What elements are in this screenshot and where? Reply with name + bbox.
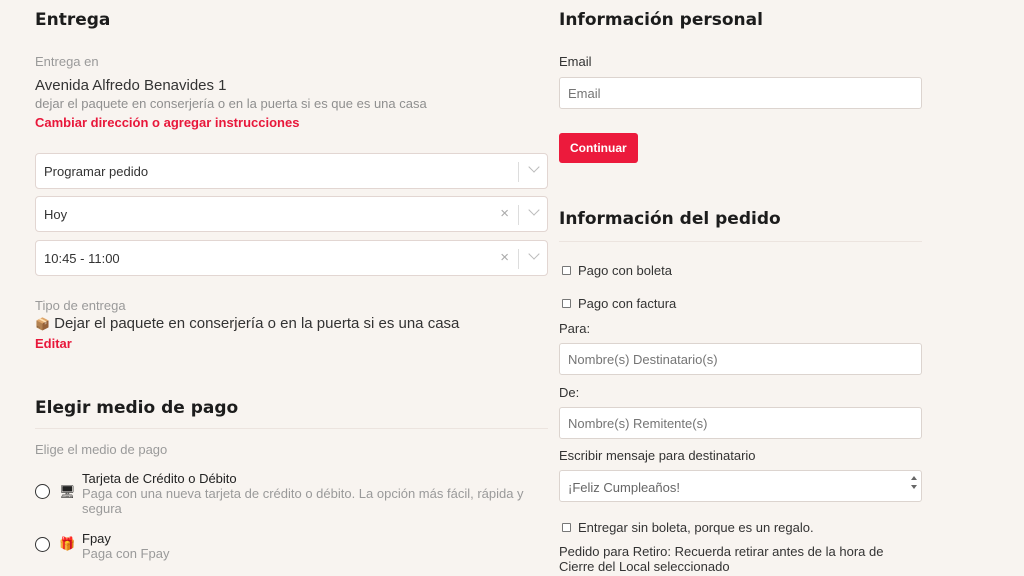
wallet-icon: 🎁 — [59, 536, 76, 551]
boleta-label: Pago con boleta — [578, 263, 672, 278]
message-textarea[interactable]: ¡Feliz Cumpleaños! — [559, 470, 922, 502]
payment-option-title: Fpay — [82, 531, 111, 546]
textarea-spinner[interactable] — [909, 475, 918, 497]
payment-radio-card[interactable] — [35, 484, 50, 499]
clear-icon[interactable]: × — [500, 250, 509, 266]
edit-delivery-type-link[interactable]: Editar — [35, 336, 72, 351]
pickup-note: Pedido para Retiro: Recuerda retirar ant… — [559, 544, 884, 574]
chevron-down-icon[interactable] — [528, 204, 540, 216]
arrow-up-icon[interactable] — [910, 476, 917, 480]
message-label: Escribir mensaje para destinatario — [559, 448, 756, 463]
delivery-type-value: Dejar el paquete en conserjería o en la … — [54, 315, 460, 332]
payment-divider — [35, 428, 548, 429]
package-icon: 📦 — [35, 317, 50, 331]
gift-checkbox[interactable] — [562, 523, 571, 532]
time-select-value: 10:45 - 11:00 — [44, 251, 120, 266]
delivery-type-label: Tipo de entrega — [35, 298, 126, 313]
clear-icon[interactable]: × — [500, 206, 509, 222]
email-label: Email — [559, 54, 592, 69]
payment-title: Elegir medio de pago — [35, 398, 239, 418]
time-select[interactable]: 10:45 - 11:00 × — [35, 240, 548, 276]
chevron-down-icon[interactable] — [528, 248, 540, 260]
schedule-select-value: Programar pedido — [44, 164, 149, 179]
payment-radio-fpay[interactable] — [35, 537, 50, 552]
day-select[interactable]: Hoy × — [35, 196, 548, 232]
personal-info-title: Información personal — [559, 10, 763, 30]
payment-option-desc: Paga con Fpay — [82, 546, 170, 561]
factura-checkbox[interactable] — [562, 299, 571, 308]
delivery-address: Avenida Alfredo Benavides 1 — [35, 77, 227, 94]
sender-input[interactable] — [559, 407, 922, 439]
payment-option-title: Tarjeta de Crédito o Débito — [82, 471, 237, 486]
boleta-checkbox[interactable] — [562, 266, 571, 275]
select-separator — [518, 249, 519, 269]
delivery-to-label: Entrega en — [35, 54, 99, 69]
chevron-down-icon[interactable] — [528, 161, 540, 173]
payment-option-desc: Paga con una nueva tarjeta de crédito o … — [82, 486, 524, 516]
delivery-type: 📦 Dejar el paquete en conserjería o en l… — [35, 315, 459, 332]
message-value: ¡Feliz Cumpleaños! — [568, 480, 680, 495]
delivery-address-note: dejar el paquete en conserjería o en la … — [35, 96, 427, 111]
order-divider — [559, 241, 922, 242]
select-separator — [518, 205, 519, 225]
factura-label: Pago con factura — [578, 296, 677, 311]
schedule-select[interactable]: Programar pedido — [35, 153, 548, 189]
select-separator — [518, 162, 519, 182]
de-label: De: — [559, 385, 580, 400]
card-icon: 🖥 — [59, 484, 76, 499]
recipient-input[interactable] — [559, 343, 922, 375]
change-address-link[interactable]: Cambiar dirección o agregar instruccione… — [35, 115, 299, 130]
email-input[interactable] — [559, 77, 922, 109]
delivery-title: Entrega — [35, 10, 111, 30]
payment-subtitle: Elige el medio de pago — [35, 442, 168, 457]
para-label: Para: — [559, 321, 591, 336]
gift-label: Entregar sin boleta, porque es un regalo… — [578, 520, 814, 535]
continue-button[interactable]: Continuar — [559, 133, 638, 163]
day-select-value: Hoy — [44, 207, 68, 222]
order-info-title: Información del pedido — [559, 209, 781, 229]
arrow-down-icon[interactable] — [910, 485, 917, 489]
